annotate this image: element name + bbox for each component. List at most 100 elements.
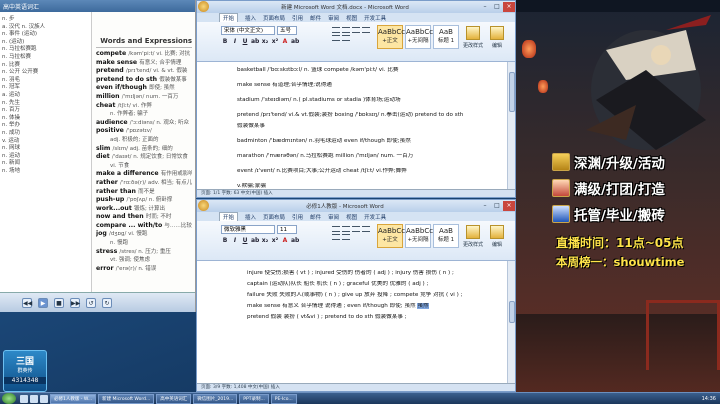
player-button[interactable]: ↺: [86, 297, 96, 308]
subscript-icon[interactable]: x₂: [261, 38, 269, 46]
italic-icon[interactable]: I: [231, 38, 239, 46]
style-item[interactable]: AaBbCcD +无间隔: [405, 224, 438, 248]
word1-scroll-thumb[interactable]: [509, 72, 515, 112]
indent-icon[interactable]: [352, 226, 360, 232]
align-left-icon[interactable]: [362, 27, 370, 33]
tab-6[interactable]: 审阅: [328, 213, 339, 221]
edit-button[interactable]: 编辑: [487, 26, 507, 54]
taskbar-item[interactable]: 新建 Microsoft Word...: [98, 393, 155, 404]
badge-number: 4314348: [4, 377, 46, 384]
change-styles-button[interactable]: 更改样式: [463, 26, 483, 54]
office-button-icon[interactable]: [198, 200, 209, 211]
quicklaunch-icon[interactable]: [30, 394, 38, 403]
tab-1[interactable]: 开始: [219, 212, 239, 221]
player-button[interactable]: ▶▶: [70, 297, 80, 308]
player-button[interactable]: ■: [54, 297, 64, 308]
tab-5[interactable]: 邮件: [310, 14, 321, 22]
dictionary-entry: jog /dʒɒg/ vi. 慢跑: [96, 230, 192, 239]
style-item[interactable]: AaB 标题 1: [433, 25, 459, 49]
style-item[interactable]: AaBbCcD +正文: [377, 224, 410, 248]
player-button[interactable]: ◀◀: [22, 297, 32, 308]
entry-definition: /kəm'piːt/ vi. 比赛; 对抗: [128, 51, 191, 57]
minimize-icon[interactable]: –: [479, 2, 491, 12]
bold-icon[interactable]: B: [221, 38, 229, 46]
highlight-icon[interactable]: ab: [291, 38, 299, 46]
tab-4[interactable]: 引用: [292, 14, 303, 22]
tab-2[interactable]: 插入: [245, 213, 256, 221]
lantern-decoration: [522, 40, 536, 58]
tab-8[interactable]: 开发工具: [364, 14, 386, 22]
promo-text-2: 满级/打团/打造: [574, 182, 665, 198]
tab-6[interactable]: 审阅: [328, 14, 339, 22]
subscript-icon[interactable]: x₂: [261, 237, 269, 245]
tab-1[interactable]: 开始: [219, 13, 239, 22]
word2-document[interactable]: injure 使受伤;损害 ( vt ) ; injured 受伤的 伤者的 (…: [247, 270, 502, 384]
font-size-select[interactable]: 五号: [277, 26, 297, 35]
word2-scrollbar[interactable]: [507, 261, 515, 385]
minimize-icon[interactable]: –: [479, 201, 491, 211]
numbering-icon[interactable]: [342, 226, 350, 232]
tab-8[interactable]: 开发工具: [364, 213, 386, 221]
tab-7[interactable]: 视图: [346, 14, 357, 22]
align-center-icon[interactable]: [332, 234, 340, 240]
word2-title: 必修1人教版 - Microsoft Word: [306, 204, 384, 210]
font-size-select[interactable]: 11: [277, 225, 297, 234]
highlight-icon[interactable]: ab: [291, 237, 299, 245]
font-name-select[interactable]: 宋体 (中文正文): [221, 26, 275, 35]
tab-7[interactable]: 视图: [346, 213, 357, 221]
entry-word: pretend: [96, 67, 126, 75]
tab-4[interactable]: 引用: [292, 213, 303, 221]
style-item[interactable]: AaBbCcD +无间隔: [405, 25, 438, 49]
taskbar-item[interactable]: 高中英语词汇: [156, 393, 192, 404]
font-name-select[interactable]: 微软雅黑: [221, 225, 275, 234]
dictionary-entry: adj. 积极的; 正面的: [96, 136, 192, 145]
taskbar-item[interactable]: PPT录制...: [239, 393, 269, 404]
align-left-icon[interactable]: [362, 226, 370, 232]
office-button-icon[interactable]: [198, 1, 209, 12]
dictionary-right-column[interactable]: Words and Expressions compete /kəm'piːt/…: [92, 12, 195, 312]
entry-definition: vi. 节食: [110, 162, 130, 169]
underline-icon[interactable]: U: [241, 38, 249, 46]
taskbar-item[interactable]: 必修1人教版 - W...: [50, 393, 97, 404]
start-button-icon[interactable]: [2, 393, 16, 404]
taskbar-item[interactable]: 微信图片_2019...: [193, 393, 238, 404]
edit-button[interactable]: 编辑: [487, 225, 507, 253]
tab-3[interactable]: 页面布局: [263, 14, 285, 22]
style-item[interactable]: AaB 标题 1: [433, 224, 459, 248]
align-right-icon[interactable]: [342, 234, 350, 240]
quicklaunch-icon[interactable]: [20, 394, 28, 403]
quicklaunch-icon[interactable]: [40, 394, 48, 403]
tab-5[interactable]: 邮件: [310, 213, 321, 221]
tab-2[interactable]: 插入: [245, 14, 256, 22]
bold-icon[interactable]: B: [221, 237, 229, 245]
bullets-icon[interactable]: [332, 226, 340, 232]
strike-icon[interactable]: ab: [251, 237, 259, 245]
style-item[interactable]: AaBbCcD +正文: [377, 25, 410, 49]
align-center-icon[interactable]: [332, 35, 340, 41]
player-button[interactable]: ▶: [38, 297, 48, 308]
superscript-icon[interactable]: x²: [271, 38, 279, 46]
superscript-icon[interactable]: x²: [271, 237, 279, 245]
taskbar-item[interactable]: PE-Ico...: [270, 393, 297, 404]
close-icon[interactable]: ×: [503, 2, 515, 12]
italic-icon[interactable]: I: [231, 237, 239, 245]
numbering-icon[interactable]: [342, 27, 350, 33]
strike-icon[interactable]: ab: [251, 38, 259, 46]
align-right-icon[interactable]: [342, 35, 350, 41]
indent-icon[interactable]: [352, 27, 360, 33]
player-button[interactable]: ↻: [102, 297, 112, 308]
bullets-icon[interactable]: [332, 27, 340, 33]
maximize-icon[interactable]: □: [491, 2, 503, 12]
word1-document[interactable]: basketball /'bɑːskɪtbɔːl/ n. 篮球 compete …: [237, 67, 499, 191]
change-styles-button[interactable]: 更改样式: [463, 225, 483, 253]
font-color-icon[interactable]: A: [281, 237, 289, 245]
word1-scrollbar[interactable]: [507, 62, 515, 191]
close-icon[interactable]: ×: [503, 201, 515, 211]
font-color-icon[interactable]: A: [281, 38, 289, 46]
badge-title: 三国: [15, 357, 34, 367]
word2-scroll-thumb[interactable]: [509, 301, 515, 323]
word2-ribbon: 微软雅黑 11 B I U ab x₂ x² A ab AaBbCcD +正文 Aa…: [197, 221, 515, 261]
tab-3[interactable]: 页面布局: [263, 213, 285, 221]
maximize-icon[interactable]: □: [491, 201, 503, 211]
underline-icon[interactable]: U: [241, 237, 249, 245]
